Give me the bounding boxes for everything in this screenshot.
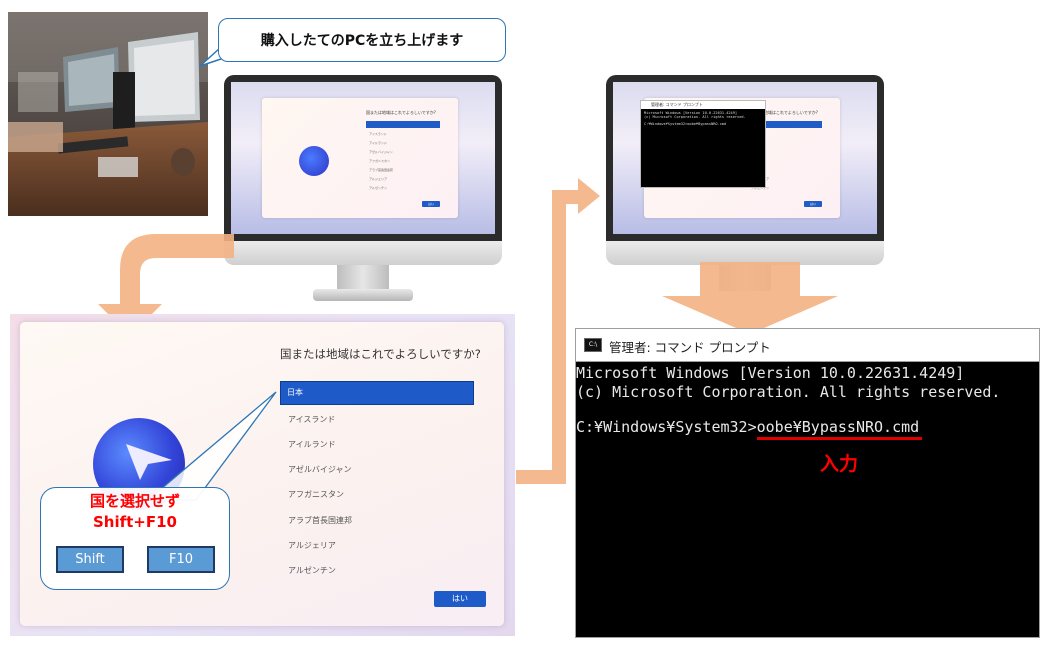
input-label: 入力 <box>820 453 859 475</box>
command-underline <box>757 437 922 440</box>
cmd-line-copyright: (c) Microsoft Corporation. All rights re… <box>576 383 1001 401</box>
cmd-line-command[interactable]: C:¥Windows¥System32>oobe¥BypassNRO.cmd <box>576 418 919 436</box>
arrow-down-right <box>662 262 838 334</box>
cmd-icon: C:\ <box>584 338 602 352</box>
f10-key: F10 <box>147 546 215 573</box>
cmd-command: oobe¥BypassNRO.cmd <box>756 418 920 436</box>
cmd-title: 管理者: コマンド プロンプト <box>609 340 771 355</box>
cmd-line-version: Microsoft Windows [Version 10.0.22631.42… <box>576 364 965 382</box>
cmd-prompt: C:¥Windows¥System32> <box>576 418 757 436</box>
callout-line2: Shift+F10 <box>92 513 177 531</box>
callout-line1: 国を選択せず <box>89 492 180 510</box>
shift-key: Shift <box>56 546 124 573</box>
